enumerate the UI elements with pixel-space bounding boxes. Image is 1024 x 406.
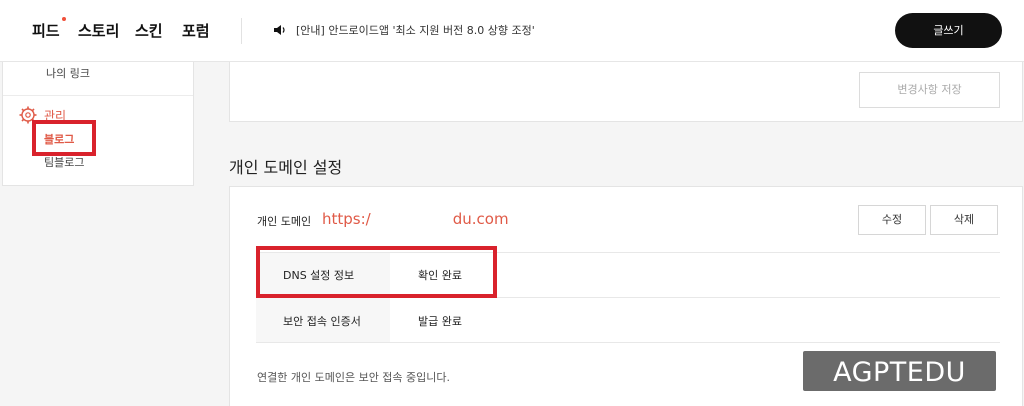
delete-button[interactable]: 삭제: [930, 205, 998, 235]
edit-button[interactable]: 수정: [858, 205, 926, 235]
speaker-icon: [274, 25, 285, 35]
sidebar-item-team-blog[interactable]: 팀블로그: [44, 154, 84, 170]
domain-url-suffix: du.com: [452, 210, 509, 228]
sidebar: 나의 링크 관리 블로그 팀블로그: [2, 62, 194, 186]
header-divider: [241, 18, 242, 44]
sidebar-divider: [3, 95, 193, 96]
nav-feed-label: 피드: [32, 22, 60, 40]
section-title: 개인 도메인 설정: [229, 158, 343, 177]
domain-label: 개인 도메인: [257, 215, 312, 228]
domain-url-prefix: https:/: [322, 210, 371, 228]
write-button[interactable]: 글쓰기: [895, 13, 1002, 48]
ssl-label: 보안 접속 인증서: [283, 315, 361, 328]
watermark-logo: AGPTEDU: [803, 351, 996, 391]
dns-highlight-box: [256, 246, 497, 298]
new-dot-icon: [61, 17, 66, 21]
nav-feed[interactable]: 피드: [32, 17, 66, 41]
notice-text[interactable]: [안내] 안드로이드앱 '최소 지원 버전 8.0 상향 조정': [296, 22, 535, 38]
nav-skin[interactable]: 스킨: [135, 20, 163, 41]
sidebar-item-my-link[interactable]: 나의 링크: [46, 65, 90, 81]
settings-top-panel: 변경사항 저장: [229, 62, 1023, 122]
blog-highlight-box: [32, 120, 96, 156]
ssl-status: 발급 완료: [418, 315, 462, 328]
ssl-footer-note: 연결한 개인 도메인은 보안 접속 중입니다.: [257, 371, 451, 384]
top-header: 피드 스토리 스킨 포럼 [안내] 안드로이드앱 '최소 지원 버전 8.0 상…: [0, 0, 1024, 62]
nav-story[interactable]: 스토리: [78, 20, 119, 41]
domain-url[interactable]: https:/ du.com: [322, 210, 509, 228]
save-changes-button[interactable]: 변경사항 저장: [859, 72, 1000, 108]
nav-forum[interactable]: 포럼: [182, 20, 210, 41]
row-divider: [256, 342, 1000, 343]
